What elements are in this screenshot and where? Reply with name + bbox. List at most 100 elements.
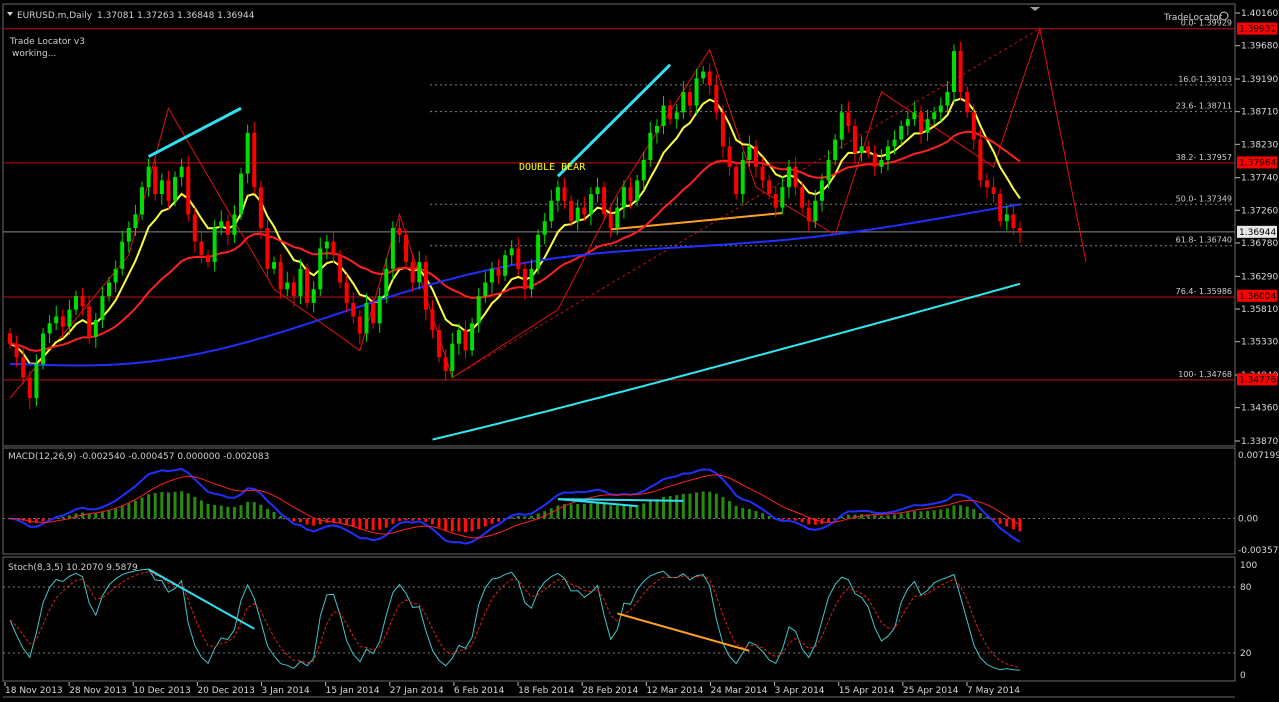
- candle-body: [456, 330, 461, 344]
- candle-body: [687, 91, 692, 106]
- candle-body: [331, 241, 336, 256]
- price-tick-label: 1.37260: [1241, 206, 1278, 216]
- price-chart[interactable]: 0.0- 1.3992916.0-1.3910323.6- 1.3871138.…: [0, 0, 1279, 702]
- macd-histogram-bar: [952, 505, 956, 519]
- macd-histogram-bar: [140, 497, 144, 519]
- candle-body: [951, 51, 956, 92]
- candle-body: [918, 112, 923, 133]
- candle-body: [707, 71, 712, 86]
- candle-body: [41, 333, 46, 365]
- candle-body: [965, 91, 970, 113]
- macd-histogram-bar: [972, 508, 976, 519]
- candle-body: [450, 343, 455, 371]
- candle-body: [278, 262, 283, 290]
- candle-body: [767, 180, 772, 194]
- candle-body: [100, 296, 105, 320]
- candle-body: [390, 228, 395, 269]
- macd-histogram-bar: [681, 493, 685, 519]
- candle-body: [536, 234, 541, 269]
- price-tick-label: 1.40160: [1241, 9, 1278, 19]
- fib-level-label: 16.0-1.39103: [1178, 75, 1232, 84]
- macd-histogram-bar: [1005, 518, 1009, 527]
- candle-body: [714, 85, 719, 113]
- candle-body: [905, 119, 910, 126]
- candle-body: [826, 159, 831, 181]
- macd-tick-label: 0.00: [1238, 514, 1258, 524]
- candle-body: [694, 78, 699, 106]
- macd-histogram-bar: [417, 518, 421, 520]
- macd-histogram-bar: [338, 518, 342, 524]
- time-tick-label: 18 Nov 2013: [5, 686, 63, 696]
- macd-histogram-bar: [926, 510, 930, 519]
- macd-histogram-bar: [629, 505, 633, 519]
- candle-body: [747, 146, 752, 160]
- candle-body: [654, 125, 659, 133]
- fib-level-label: 61.8- 1.36740: [1176, 236, 1232, 245]
- candle-body: [945, 91, 950, 106]
- candle-body: [285, 282, 290, 290]
- candle-body: [113, 268, 118, 283]
- macd-histogram-bar: [893, 514, 897, 519]
- macd-histogram-bar: [959, 505, 963, 519]
- macd-histogram-bar: [305, 518, 309, 525]
- candle-body: [430, 309, 435, 331]
- macd-histogram-bar: [912, 511, 916, 519]
- candle-body: [780, 187, 785, 208]
- time-tick-label: 6 Feb 2014: [454, 686, 505, 696]
- macd-tick-label: -0.003575: [1238, 546, 1279, 556]
- macd-histogram-bar: [298, 518, 302, 523]
- macd-histogram-bar: [147, 494, 151, 519]
- candle-body: [701, 71, 706, 79]
- stoch-tick-label: 20: [1240, 649, 1252, 659]
- macd-histogram-bar: [747, 509, 751, 519]
- candle-body: [516, 248, 521, 269]
- candle-body: [357, 316, 362, 334]
- macd-histogram-bar: [622, 505, 626, 519]
- macd-histogram-bar: [978, 513, 982, 519]
- price-tick-label: 1.39190: [1241, 75, 1278, 85]
- macd-histogram-bar: [127, 503, 131, 519]
- candle-body: [27, 377, 32, 399]
- candle-body: [476, 296, 481, 324]
- candle-body: [998, 193, 1003, 222]
- time-tick-label: 24 Mar 2014: [710, 686, 767, 696]
- macd-histogram-bar: [846, 514, 850, 519]
- candle-body: [859, 146, 864, 154]
- price-marker-label: 1.34776: [1239, 375, 1276, 385]
- candle-body: [569, 200, 574, 222]
- macd-histogram-bar: [186, 493, 190, 519]
- candle-body: [133, 214, 138, 229]
- candle-body: [298, 268, 303, 297]
- macd-histogram-bar: [728, 501, 732, 519]
- candle-body: [641, 159, 646, 181]
- candle-body: [192, 214, 197, 242]
- macd-histogram-bar: [206, 503, 210, 519]
- candle-body: [648, 132, 653, 160]
- candle-body: [87, 306, 92, 337]
- candle-body: [206, 255, 211, 263]
- macd-histogram-bar: [246, 501, 250, 519]
- macd-histogram-bar: [543, 511, 547, 519]
- macd-histogram-bar: [239, 505, 243, 519]
- candle-body: [879, 159, 884, 167]
- macd-histogram-bar: [213, 504, 217, 519]
- candle-body: [140, 187, 145, 215]
- macd-histogram-bar: [199, 500, 203, 519]
- macd-histogram-bar: [424, 518, 428, 522]
- candle-body: [991, 187, 996, 194]
- macd-histogram-bar: [615, 505, 619, 519]
- symbol-label: EURUSD.m,Daily: [17, 11, 93, 21]
- candle-body: [602, 187, 607, 215]
- candle-body: [338, 255, 343, 283]
- macd-histogram-bar: [998, 518, 1002, 524]
- price-marker-label: 1.39931: [1239, 25, 1276, 35]
- time-tick-label: 3 Jan 2014: [262, 686, 310, 696]
- macd-histogram-bar: [259, 504, 263, 519]
- candle-body: [971, 112, 976, 140]
- candle-body: [866, 146, 871, 154]
- macd-histogram-bar: [767, 515, 771, 519]
- candle-body: [872, 153, 877, 167]
- candle-body: [47, 323, 52, 334]
- price-tick-label: 1.36780: [1241, 239, 1278, 249]
- macd-histogram-bar: [437, 518, 441, 528]
